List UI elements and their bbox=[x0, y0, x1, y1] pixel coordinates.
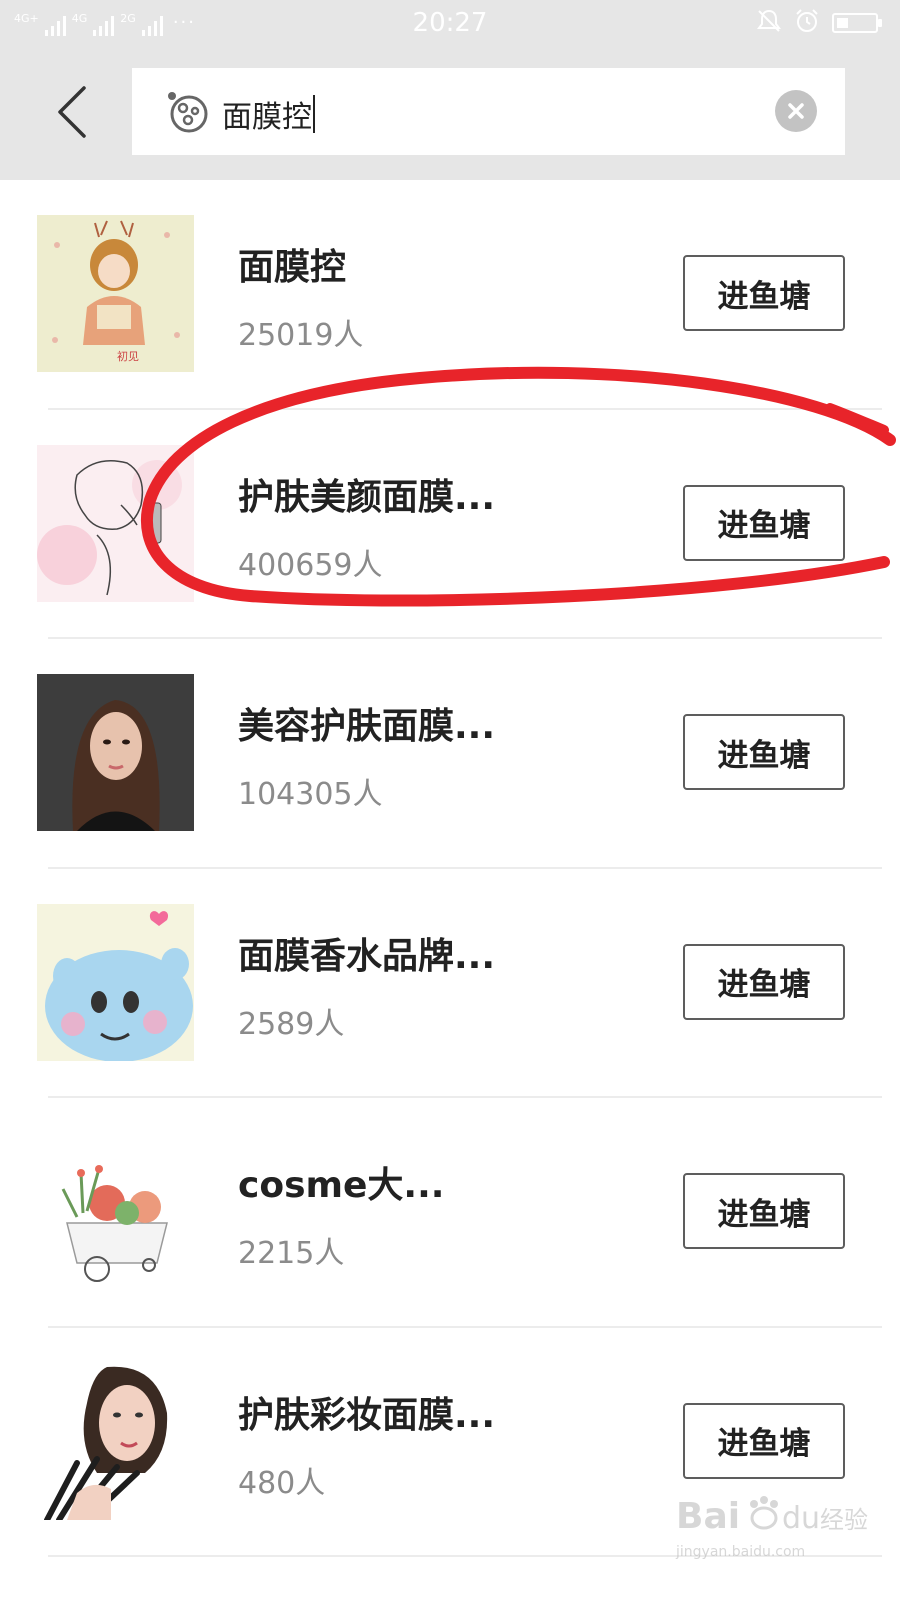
chevron-left-icon bbox=[58, 86, 86, 138]
group-title: cosme大... bbox=[238, 1165, 445, 1206]
divider bbox=[48, 1555, 882, 1557]
group-title: 护肤彩妆面膜... bbox=[238, 1394, 496, 1436]
join-pond-button[interactable]: 进鱼塘 bbox=[683, 255, 845, 331]
alarm-clock-icon bbox=[794, 8, 820, 38]
search-results-screen: 4G+ 4G 2G ··· 20:27 面膜控 初见 面膜控 25019人 进鱼… bbox=[0, 0, 900, 1600]
join-pond-button[interactable]: 进鱼塘 bbox=[683, 714, 845, 790]
status-bar: 4G+ 4G 2G ··· 20:27 bbox=[0, 0, 900, 50]
result-list: 初见 面膜控 25019人 进鱼塘 护肤美颜面膜... 400659人 进鱼塘 … bbox=[0, 180, 900, 1557]
avatar-woman-makeup-brushes bbox=[37, 1362, 194, 1520]
search-query-text: 面膜控 bbox=[222, 100, 312, 135]
list-item[interactable]: 面膜香水品牌... 2589人 进鱼塘 bbox=[0, 869, 900, 1098]
list-item[interactable]: cosme大... 2215人 进鱼塘 bbox=[0, 1098, 900, 1328]
join-pond-button[interactable]: 进鱼塘 bbox=[683, 1402, 845, 1479]
clear-search-button[interactable] bbox=[775, 90, 817, 132]
avatar-girl-with-antlers: 初见 bbox=[37, 215, 194, 372]
join-pond-button[interactable]: 进鱼塘 bbox=[683, 484, 845, 561]
close-icon bbox=[788, 103, 804, 119]
fish-pond-logo-icon bbox=[168, 92, 208, 133]
battery-level bbox=[837, 18, 848, 28]
avatar-woman-portrait bbox=[37, 674, 194, 831]
back-button[interactable] bbox=[36, 72, 106, 152]
header: 4G+ 4G 2G ··· 20:27 面膜控 bbox=[0, 0, 900, 180]
member-count: 25019人 bbox=[238, 318, 364, 353]
member-count: 2215人 bbox=[238, 1236, 345, 1271]
list-item[interactable]: 护肤彩妆面膜... 480人 进鱼塘 bbox=[0, 1328, 900, 1557]
list-item[interactable]: 护肤美颜面膜... 400659人 进鱼塘 bbox=[0, 410, 900, 639]
group-title: 面膜控 bbox=[238, 247, 347, 288]
battery-icon bbox=[832, 13, 882, 33]
member-count: 400659人 bbox=[238, 547, 383, 583]
status-icons bbox=[756, 8, 882, 38]
list-item[interactable]: 美容护肤面膜... 104305人 进鱼塘 bbox=[0, 639, 900, 869]
text-caret bbox=[313, 95, 315, 133]
mute-bell-icon bbox=[756, 8, 782, 38]
member-count: 104305人 bbox=[238, 777, 383, 812]
svg-text:初见: 初见 bbox=[117, 349, 139, 363]
join-pond-button[interactable]: 进鱼塘 bbox=[683, 943, 845, 1020]
group-title: 护肤美颜面膜... bbox=[238, 476, 496, 518]
avatar-succulent-cart bbox=[37, 1133, 194, 1290]
avatar-woman-with-perfume bbox=[37, 444, 194, 602]
join-pond-button[interactable]: 进鱼塘 bbox=[683, 1173, 845, 1249]
avatar-blue-hippo bbox=[37, 903, 194, 1061]
group-title: 面膜香水品牌... bbox=[238, 935, 496, 977]
search-input[interactable]: 面膜控 bbox=[222, 92, 315, 136]
group-title: 美容护肤面膜... bbox=[238, 706, 496, 747]
member-count: 2589人 bbox=[238, 1006, 345, 1042]
list-item[interactable]: 初见 面膜控 25019人 进鱼塘 bbox=[0, 180, 900, 410]
member-count: 480人 bbox=[238, 1465, 326, 1501]
search-box[interactable]: 面膜控 bbox=[132, 68, 845, 155]
